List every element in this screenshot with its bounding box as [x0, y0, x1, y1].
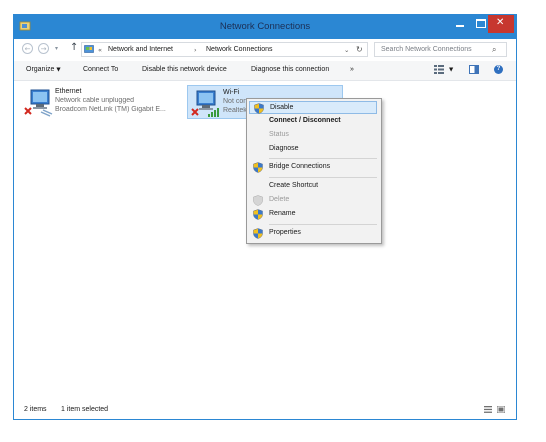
up-arrow-icon[interactable]: ↑: [70, 42, 78, 53]
context-menu-item-rename[interactable]: Rename: [249, 208, 377, 221]
context-menu-item-label: Rename: [269, 210, 296, 217]
refresh-icon[interactable]: ↻: [356, 45, 363, 54]
control-panel-icon: [84, 45, 94, 53]
context-menu-item-create-shortcut[interactable]: Create Shortcut: [249, 180, 377, 193]
minimize-button[interactable]: [450, 15, 470, 33]
context-menu-item-connect-disconnect[interactable]: Connect / Disconnect: [249, 115, 377, 128]
address-dropdown-icon[interactable]: ⌄: [344, 46, 349, 54]
title-bar[interactable]: Network Connections: [14, 15, 516, 39]
details-view-icon[interactable]: [484, 406, 492, 413]
connection-ethernet[interactable]: Ethernet Network cable unplugged Broadco…: [20, 85, 183, 119]
organize-label: Organize: [26, 66, 55, 73]
context-menu-item-label: Properties: [269, 229, 301, 236]
context-menu-item-status: Status: [249, 129, 377, 142]
address-bar[interactable]: « Network and Internet › Network Connect…: [81, 42, 368, 57]
context-menu-item-label: Status: [269, 131, 289, 138]
recent-locations-chevron-icon[interactable]: ▾: [55, 45, 58, 52]
uac-shield-icon: [253, 195, 263, 206]
uac-shield-icon: [253, 228, 263, 239]
address-overflow-chevron[interactable]: «: [98, 46, 102, 54]
preview-pane-icon[interactable]: [469, 65, 479, 74]
more-commands-button[interactable]: »: [350, 66, 354, 73]
search-placeholder: Search Network Connections: [381, 46, 472, 53]
command-bar: Organize ▼ Connect To Disable this networ…: [14, 61, 516, 81]
connection-status: Network cable unplugged: [55, 97, 134, 104]
uac-shield-icon: [253, 162, 263, 173]
close-button[interactable]: [488, 15, 514, 33]
connect-to-button[interactable]: Connect To: [83, 66, 118, 73]
connection-name: Ethernet: [55, 88, 82, 95]
change-view-icon[interactable]: [434, 65, 444, 74]
help-icon[interactable]: ?: [494, 65, 503, 74]
context-menu-item-disable[interactable]: Disable: [249, 101, 377, 114]
context-menu-separator: [269, 176, 377, 178]
view-options-chevron-icon[interactable]: ▼: [449, 67, 453, 73]
organize-button[interactable]: Organize ▼: [26, 66, 61, 73]
context-menu-item-label: Bridge Connections: [269, 163, 331, 170]
back-arrow-icon[interactable]: ←: [22, 43, 33, 54]
uac-shield-icon: [253, 209, 263, 220]
context-menu-item-label: Create Shortcut: [269, 182, 319, 189]
context-menu-separator: [269, 223, 377, 225]
status-bar: 2 items 1 item selected: [14, 401, 516, 419]
search-icon[interactable]: ⌕: [492, 45, 496, 55]
address-row: ← → ▾ ↑ « Network and Internet › Network…: [14, 39, 516, 61]
uac-shield-icon: [254, 103, 264, 114]
context-menu: Disable Connect / Disconnect Status Diagnos…: [246, 98, 382, 244]
large-icons-view-icon[interactable]: [497, 406, 505, 413]
selection-count: 1 item selected: [61, 406, 109, 413]
context-menu-item-properties[interactable]: Properties: [249, 227, 377, 240]
context-menu-item-label: Connect / Disconnect: [269, 117, 341, 124]
ethernet-icon: [24, 89, 53, 117]
breadcrumb-network-and-internet[interactable]: Network and Internet: [108, 46, 173, 53]
context-menu-item-label: Delete: [269, 196, 290, 203]
wifi-signal-icon: [191, 90, 219, 117]
context-menu-item-label: Diagnose: [269, 145, 299, 152]
window-title: Network Connections: [219, 21, 311, 32]
context-menu-item-bridge-connections[interactable]: Bridge Connections: [249, 161, 377, 174]
breadcrumb-separator[interactable]: ›: [194, 46, 197, 54]
forward-arrow-icon[interactable]: →: [38, 43, 49, 54]
context-menu-item-diagnose[interactable]: Diagnose: [249, 143, 377, 156]
chevron-down-icon: ▼: [56, 67, 61, 73]
diagnose-connection-button[interactable]: Diagnose this connection: [251, 66, 329, 73]
connection-adapter: Broadcom NetLink (TM) Gigabit E...: [55, 106, 166, 113]
disable-device-button[interactable]: Disable this network device: [142, 66, 227, 73]
breadcrumb-network-connections[interactable]: Network Connections: [206, 46, 273, 53]
connection-name: Wi-Fi: [223, 89, 240, 96]
item-count: 2 items: [24, 406, 47, 413]
search-box[interactable]: Search Network Connections ⌕: [374, 42, 507, 57]
context-menu-item-delete: Delete: [249, 194, 377, 207]
context-menu-item-label: Disable: [270, 104, 294, 111]
context-menu-separator: [269, 157, 377, 159]
